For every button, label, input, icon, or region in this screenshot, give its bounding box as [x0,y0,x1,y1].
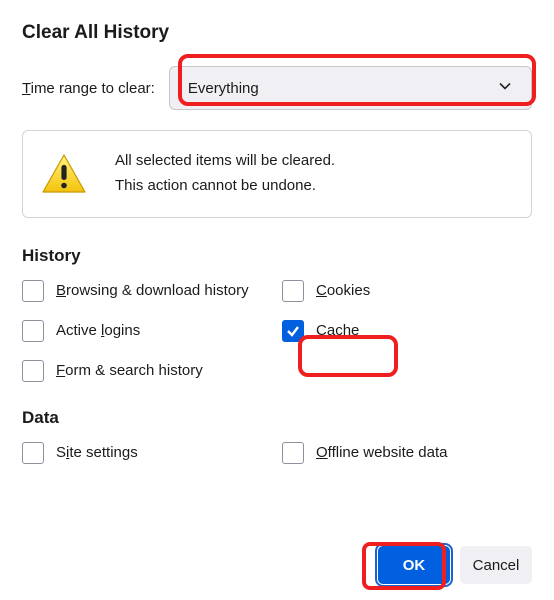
checkbox-label: Active logins [56,322,140,339]
checkbox-label: Site settings [56,444,138,461]
time-range-dropdown[interactable]: Everything [169,66,532,110]
checkbox-label: Browsing & download history [56,282,249,299]
checkbox-offline-data[interactable]: Offline website data [282,442,532,464]
ok-button[interactable]: OK [378,546,450,584]
checkbox-form-search-history[interactable]: Form & search history [22,360,272,382]
section-data-header: Data [22,408,532,428]
dialog-title: Clear All History [22,22,532,44]
checkbox-label: Cookies [316,282,370,299]
checkbox-active-logins[interactable]: Active logins [22,320,272,342]
cancel-button[interactable]: Cancel [460,546,532,584]
checkbox-cache[interactable]: Cache [282,320,532,342]
checkbox-site-settings[interactable]: Site settings [22,442,272,464]
checkbox-cookies[interactable]: Cookies [282,280,532,302]
time-range-value: Everything [188,80,259,97]
checkbox-label: Cache [316,322,359,339]
chevron-down-icon [497,78,513,98]
section-history-header: History [22,246,532,266]
warning-text: All selected items will be cleared. This… [115,149,335,199]
checkbox-label: Form & search history [56,362,203,379]
checkbox-label: Offline website data [316,444,447,461]
time-range-row: Time range to clear: Everything [22,66,532,110]
warning-icon [41,153,87,195]
time-range-label: Time range to clear: [22,80,155,97]
dialog-footer: OK Cancel [378,546,532,584]
checkbox-browsing-history[interactable]: Browsing & download history [22,280,272,302]
warning-box: All selected items will be cleared. This… [22,130,532,218]
